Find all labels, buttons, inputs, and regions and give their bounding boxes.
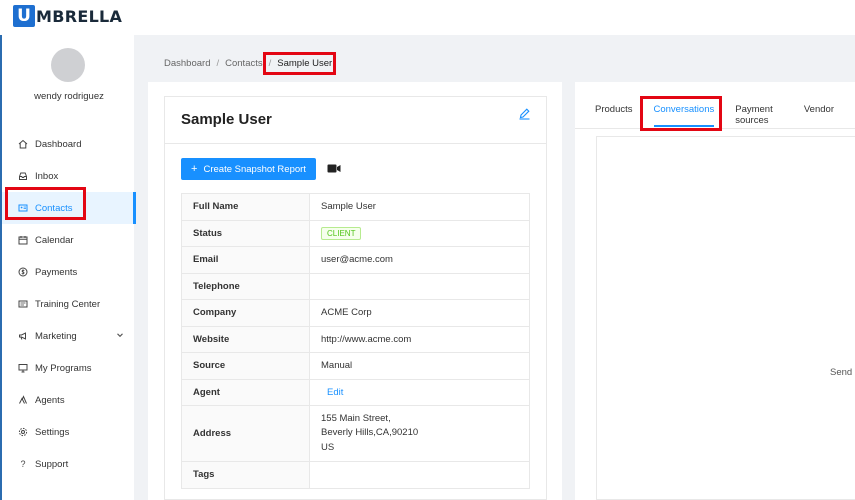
field-label-tags: Tags (181, 461, 310, 489)
question-icon: ? (20, 459, 26, 469)
field-value-website: http://www.acme.com (309, 325, 530, 353)
contact-card: Sample User + Create Snapshot Report Ful… (164, 96, 547, 500)
contact-info-table: Full Name Sample User Status CLIENT Emai… (181, 193, 530, 489)
sidebar-item-label: Dashboard (35, 138, 82, 150)
highlight-box-contacts (5, 187, 86, 220)
table-row: Source Manual (181, 352, 530, 380)
status-badge: CLIENT (321, 226, 362, 240)
field-value-address: 155 Main Street, Beverly Hills,CA,90210 … (309, 405, 530, 462)
tab-bar: Products Conversations Payment sources V… (595, 104, 855, 127)
sidebar-item-label: Inbox (35, 170, 59, 182)
field-value-full-name: Sample User (309, 193, 530, 221)
sidebar-item-dashboard[interactable]: Dashboard (2, 128, 136, 160)
field-label-status: Status (181, 219, 310, 247)
sidebar-item-agents[interactable]: Agents (2, 384, 136, 416)
address-line-1: 155 Main Street, (321, 412, 391, 424)
training-icon (18, 299, 28, 309)
send-message-text: Send a (830, 367, 855, 378)
sidebar-item-label: Marketing (35, 330, 77, 342)
sidebar-item-label: Payments (35, 266, 78, 278)
sidebar: wendy rodriguez Dashboard Inbox Contacts… (0, 35, 136, 500)
table-row: Address 155 Main Street, Beverly Hills,C… (181, 405, 530, 462)
logo-text: MBRELLA (36, 6, 123, 26)
breadcrumb-separator: / (216, 58, 220, 69)
table-row: Website http://www.acme.com (181, 325, 530, 353)
sidebar-item-settings[interactable]: Settings (2, 416, 136, 448)
tab-vendor[interactable]: Vendor (804, 104, 834, 126)
agents-icon (18, 395, 28, 405)
table-row: Agent Edit (181, 378, 530, 406)
create-snapshot-report-button[interactable]: + Create Snapshot Report (181, 158, 316, 180)
avatar[interactable] (51, 48, 85, 82)
table-row: Company ACME Corp (181, 299, 530, 327)
field-label-address: Address (181, 405, 310, 462)
sidebar-item-label: Calendar (35, 234, 74, 246)
field-value-telephone (309, 272, 530, 300)
umbrella-logo-icon: U (13, 5, 35, 27)
megaphone-icon (18, 331, 28, 341)
inbox-icon (18, 171, 28, 181)
home-icon (18, 139, 28, 149)
sidebar-item-label: Support (35, 458, 69, 470)
tab-payment-sources[interactable]: Payment sources (735, 104, 783, 126)
card-divider (165, 143, 546, 144)
sidebar-item-payments[interactable]: Payments (2, 256, 136, 288)
highlight-box-conversations-tab (640, 96, 722, 131)
address-line-3: US (321, 441, 335, 453)
sidebar-item-marketing[interactable]: Marketing (2, 320, 136, 352)
breadcrumb-dashboard[interactable]: Dashboard (164, 58, 210, 69)
field-label-company: Company (181, 299, 310, 327)
calendar-icon (18, 235, 28, 245)
sidebar-item-calendar[interactable]: Calendar (2, 224, 136, 256)
gear-icon (18, 427, 28, 437)
sidebar-item-label: Settings (35, 426, 70, 438)
create-snapshot-report-label: Create Snapshot Report (203, 163, 306, 175)
sidebar-item-support[interactable]: ? Support (2, 448, 136, 480)
breadcrumb-contacts[interactable]: Contacts (225, 58, 263, 69)
sidebar-item-label: My Programs (35, 362, 92, 374)
logo[interactable]: U MBRELLA (13, 5, 122, 27)
field-value-tags (309, 461, 530, 489)
table-row: Status CLIENT (181, 219, 530, 247)
chevron-down-icon[interactable] (116, 331, 124, 339)
tab-products[interactable]: Products (595, 104, 633, 126)
sidebar-item-label: Agents (35, 394, 65, 406)
field-value-status: CLIENT (309, 219, 530, 247)
top-bar: U MBRELLA (0, 0, 855, 35)
conversation-area (596, 136, 855, 500)
field-label-full-name: Full Name (181, 193, 310, 221)
sidebar-item-label: Training Center (35, 298, 101, 310)
address-line-2: Beverly Hills,CA,90210 (321, 427, 419, 439)
field-value-source: Manual (309, 352, 530, 380)
contact-title: Sample User (181, 111, 272, 128)
pencil-edit-icon[interactable] (518, 107, 531, 120)
sidebar-item-my-programs[interactable]: My Programs (2, 352, 136, 384)
sidebar-nav: Dashboard Inbox Contacts Calendar Paymen… (2, 128, 136, 480)
table-row: Telephone (181, 272, 530, 300)
field-label-email: Email (181, 246, 310, 274)
field-value-email: user@acme.com (309, 246, 530, 274)
agent-edit-link[interactable]: Edit (327, 387, 343, 398)
field-value-company: ACME Corp (309, 299, 530, 327)
field-value-agent: Edit (309, 378, 530, 406)
highlight-box-breadcrumb (263, 52, 336, 75)
field-label-telephone: Telephone (181, 272, 310, 300)
dollar-icon (18, 267, 28, 277)
monitor-icon (18, 363, 28, 373)
table-row: Full Name Sample User (181, 193, 530, 221)
field-label-source: Source (181, 352, 310, 380)
sidebar-item-training-center[interactable]: Training Center (2, 288, 136, 320)
table-row: Tags (181, 461, 530, 489)
field-label-agent: Agent (181, 378, 310, 406)
user-name: wendy rodriguez (34, 91, 104, 102)
table-row: Email user@acme.com (181, 246, 530, 274)
field-label-website: Website (181, 325, 310, 353)
plus-icon: + (191, 163, 198, 175)
video-camera-icon[interactable] (327, 163, 341, 174)
